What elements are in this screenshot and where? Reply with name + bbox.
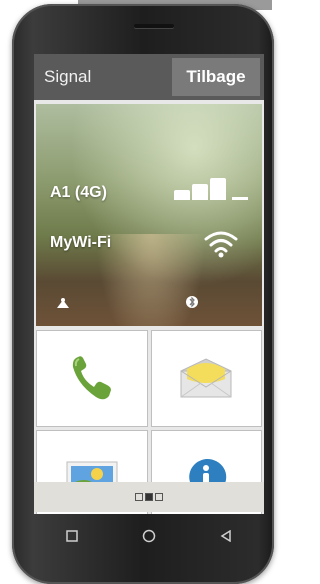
triangle-back-icon <box>220 529 231 543</box>
page-dot-active <box>145 493 153 501</box>
home-button[interactable] <box>134 529 164 548</box>
square-icon <box>66 530 79 542</box>
back-nav-button[interactable] <box>211 529 241 547</box>
forest-path-wallpaper <box>96 234 206 326</box>
page-dot <box>135 493 143 501</box>
page-indicator <box>34 482 264 512</box>
navigation-bar <box>34 514 264 562</box>
signal-strength-icon <box>174 174 250 200</box>
satellite-icon <box>56 297 70 312</box>
header-bar: Signal Tilbage <box>34 54 264 100</box>
status-panel: A1 (4G) MyWi-Fi <box>36 104 262 326</box>
screen: Signal Tilbage A1 (4G) MyWi-Fi <box>34 54 264 514</box>
envelope-icon <box>180 358 232 398</box>
page-title: Signal <box>44 67 92 86</box>
wifi-icon <box>204 231 238 258</box>
circle-icon <box>142 529 156 542</box>
phone-icon <box>72 356 111 400</box>
messages-tile[interactable] <box>150 330 262 427</box>
back-button[interactable]: Tilbage <box>172 58 260 96</box>
recent-apps-button[interactable] <box>57 529 87 547</box>
bluetooth-icon <box>186 295 198 312</box>
phone-tile[interactable] <box>36 330 148 427</box>
network-label: A1 (4G) <box>50 184 107 201</box>
wifi-label: MyWi-Fi <box>50 234 112 251</box>
speaker-grille <box>134 24 174 28</box>
page-dot <box>155 493 163 501</box>
